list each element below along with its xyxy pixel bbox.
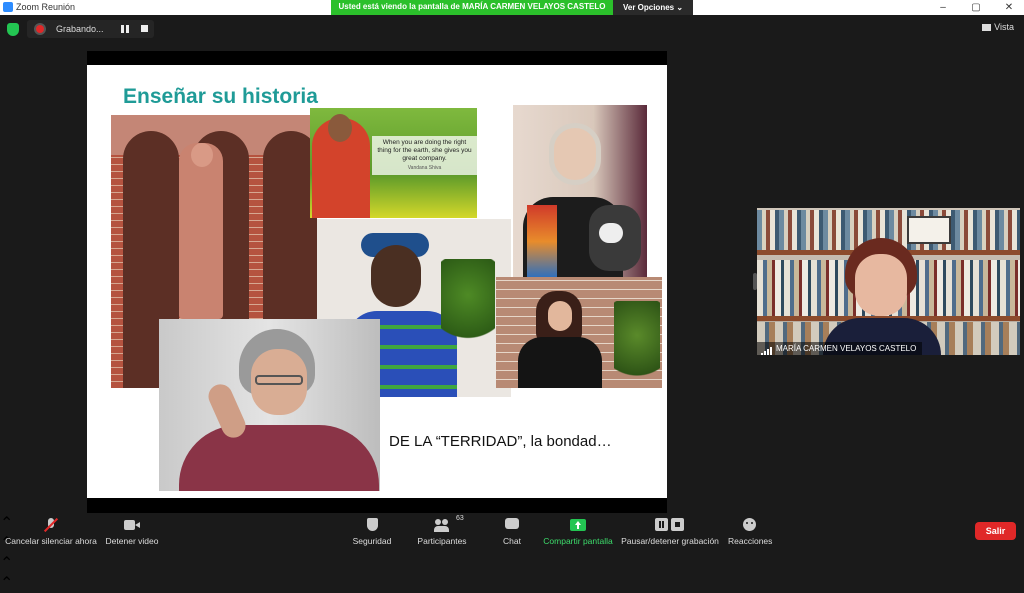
reactions-button[interactable]: Reacciones <box>728 513 772 549</box>
unmute-button[interactable]: Cancelar silenciar ahora <box>4 513 98 549</box>
window-title: Zoom Reunión <box>16 2 76 12</box>
share-options-caret-icon[interactable]: ⌃ <box>0 573 1024 593</box>
share-screen-button[interactable]: Compartir pantalla <box>542 513 614 549</box>
participant-name: MARÍA CARMEN VELAYOS CASTELO <box>776 344 917 353</box>
brick-wall-photo <box>496 277 662 388</box>
pause-stop-recording-button[interactable]: Pausar/detener grabación <box>620 513 720 549</box>
maximize-button[interactable]: ▢ <box>961 0 991 15</box>
participants-button[interactable]: 63 Participantes <box>414 513 470 549</box>
participants-count: 63 <box>456 515 464 522</box>
quote-author: Vandana Shiva <box>407 165 442 171</box>
screen-share-banner: Usted está viendo la pantalla de MARÍA C… <box>331 0 693 15</box>
shared-slide: Enseñar su historia When you are doing t… <box>87 65 667 498</box>
participant-name-tag: MARÍA CARMEN VELAYOS CASTELO <box>757 342 923 355</box>
share-screen-label: Compartir pantalla <box>543 536 613 546</box>
chat-label: Chat <box>503 536 521 546</box>
slide-title: Enseñar su historia <box>123 85 318 108</box>
slide-caption: DE LA “TERRIDAD”, la bondad… <box>389 433 612 450</box>
encryption-shield-icon[interactable] <box>7 23 19 36</box>
participants-options-caret-icon[interactable]: ⌃ <box>0 553 1024 573</box>
stop-video-label: Detener video <box>105 536 159 546</box>
participants-label: Participantes <box>417 536 467 546</box>
video-camera-icon <box>124 518 140 532</box>
reactions-label: Reacciones <box>728 536 773 546</box>
participants-icon: 63 <box>434 515 464 532</box>
stop-video-button[interactable]: Detener video <box>102 513 162 549</box>
unmute-label: Cancelar silenciar ahora <box>5 536 97 546</box>
security-shield-icon <box>364 518 380 532</box>
leave-meeting-button[interactable]: Salir <box>975 522 1016 540</box>
recording-indicator: Grabando... <box>27 20 154 38</box>
meeting-topbar: Grabando... Vista <box>0 15 1024 45</box>
meeting-toolbar: Cancelar silenciar ahora ⌃ Detener video… <box>0 513 1024 592</box>
chat-bubble-icon <box>504 518 520 532</box>
goodall-photo <box>513 105 647 278</box>
share-screen-icon <box>570 518 586 532</box>
share-banner-message: Usted está viendo la pantalla de MARÍA C… <box>338 2 606 11</box>
view-button-label: Vista <box>994 22 1014 32</box>
close-button[interactable]: ✕ <box>994 0 1024 15</box>
pause-recording-icon[interactable] <box>121 25 131 33</box>
recording-controls-icon <box>655 518 685 532</box>
stop-recording-icon[interactable] <box>141 25 148 32</box>
recording-label: Grabando... <box>56 24 104 34</box>
minimize-button[interactable]: – <box>928 0 958 15</box>
quote-box: When you are doing the right thing for t… <box>372 136 477 175</box>
recording-dot-icon <box>36 25 44 33</box>
elderly-woman-photo <box>159 319 380 491</box>
microphone-muted-icon <box>43 517 59 533</box>
view-button[interactable]: Vista <box>982 22 1014 32</box>
security-label: Seguridad <box>352 536 392 546</box>
zoom-app-icon <box>3 2 13 12</box>
smiley-reaction-icon <box>742 518 758 532</box>
pause-stop-recording-label: Pausar/detener grabación <box>621 536 719 546</box>
view-options-button[interactable]: Ver Opciones ⌄ <box>613 0 693 15</box>
field-quote-photo: When you are doing the right thing for t… <box>310 108 477 218</box>
security-button[interactable]: Seguridad <box>348 513 396 549</box>
chat-button[interactable]: Chat <box>497 513 527 549</box>
quote-text: When you are doing the right thing for t… <box>377 139 472 162</box>
signal-strength-icon <box>761 343 773 355</box>
grid-view-icon <box>982 24 992 31</box>
participant-video-tile[interactable]: MARÍA CARMEN VELAYOS CASTELO <box>757 208 1020 355</box>
